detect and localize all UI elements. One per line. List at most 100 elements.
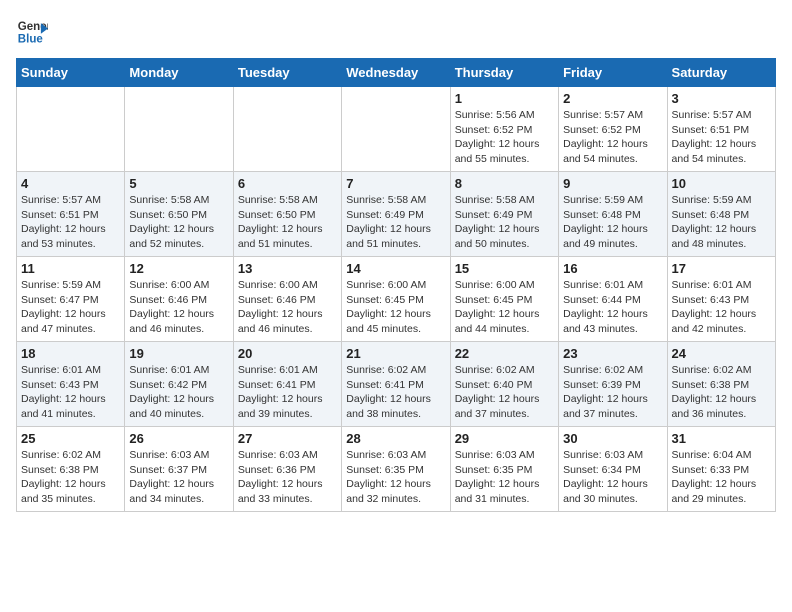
day-info: Sunrise: 6:00 AM Sunset: 6:46 PM Dayligh…: [129, 278, 228, 337]
day-info: Sunrise: 6:04 AM Sunset: 6:33 PM Dayligh…: [672, 448, 771, 507]
calendar-cell: 25 Sunrise: 6:02 AM Sunset: 6:38 PM Dayli…: [17, 427, 125, 512]
day-info: Sunrise: 6:01 AM Sunset: 6:44 PM Dayligh…: [563, 278, 662, 337]
calendar-cell: 14Sunrise: 6:00 AM Sunset: 6:45 PM Dayli…: [342, 257, 450, 342]
day-number: 6: [238, 176, 337, 191]
day-number: 29: [455, 431, 554, 446]
day-number: 2: [563, 91, 662, 106]
calendar-cell: 30 Sunrise: 6:03 AM Sunset: 6:34 PM Dayli…: [559, 427, 667, 512]
calendar-cell: 26 Sunrise: 6:03 AM Sunset: 6:37 PM Dayli…: [125, 427, 233, 512]
calendar-cell: 3 Sunrise: 5:57 AM Sunset: 6:51 PM Daylig…: [667, 87, 775, 172]
calendar-cell: [342, 87, 450, 172]
page-header: General Blue: [16, 16, 776, 48]
day-number: 13: [238, 261, 337, 276]
calendar-cell: [17, 87, 125, 172]
day-info: Sunrise: 6:02 AM Sunset: 6:41 PM Dayligh…: [346, 363, 445, 422]
week-row-1: 1Sunrise: 5:56 AM Sunset: 6:52 PM Daylig…: [17, 87, 776, 172]
day-number: 30: [563, 431, 662, 446]
weekday-monday: Monday: [125, 59, 233, 87]
day-number: 31: [672, 431, 771, 446]
day-info: Sunrise: 6:01 AM Sunset: 6:43 PM Dayligh…: [672, 278, 771, 337]
calendar-cell: 27 Sunrise: 6:03 AM Sunset: 6:36 PM Dayli…: [233, 427, 341, 512]
day-number: 23: [563, 346, 662, 361]
weekday-wednesday: Wednesday: [342, 59, 450, 87]
day-number: 17: [672, 261, 771, 276]
weekday-sunday: Sunday: [17, 59, 125, 87]
day-number: 28: [346, 431, 445, 446]
day-info: Sunrise: 5:59 AM Sunset: 6:48 PM Dayligh…: [672, 193, 771, 252]
day-number: 9: [563, 176, 662, 191]
day-number: 20: [238, 346, 337, 361]
day-number: 1: [455, 91, 554, 106]
day-info: Sunrise: 6:02 AM Sunset: 6:38 PM Dayligh…: [21, 448, 120, 507]
day-number: 8: [455, 176, 554, 191]
day-info: Sunrise: 6:02 AM Sunset: 6:39 PM Dayligh…: [563, 363, 662, 422]
day-info: Sunrise: 6:02 AM Sunset: 6:38 PM Dayligh…: [672, 363, 771, 422]
day-number: 19: [129, 346, 228, 361]
day-number: 10: [672, 176, 771, 191]
calendar-cell: 23 Sunrise: 6:02 AM Sunset: 6:39 PM Dayli…: [559, 342, 667, 427]
day-info: Sunrise: 6:01 AM Sunset: 6:41 PM Dayligh…: [238, 363, 337, 422]
calendar-cell: 1Sunrise: 5:56 AM Sunset: 6:52 PM Daylig…: [450, 87, 558, 172]
calendar-body: 1Sunrise: 5:56 AM Sunset: 6:52 PM Daylig…: [17, 87, 776, 512]
day-info: Sunrise: 6:03 AM Sunset: 6:35 PM Dayligh…: [346, 448, 445, 507]
day-info: Sunrise: 6:00 AM Sunset: 6:46 PM Dayligh…: [238, 278, 337, 337]
day-number: 25: [21, 431, 120, 446]
week-row-5: 25 Sunrise: 6:02 AM Sunset: 6:38 PM Dayli…: [17, 427, 776, 512]
calendar-cell: 12 Sunrise: 6:00 AM Sunset: 6:46 PM Dayli…: [125, 257, 233, 342]
calendar-table: SundayMondayTuesdayWednesdayThursdayFrid…: [16, 58, 776, 512]
day-info: Sunrise: 5:58 AM Sunset: 6:50 PM Dayligh…: [129, 193, 228, 252]
day-number: 21: [346, 346, 445, 361]
day-info: Sunrise: 6:03 AM Sunset: 6:35 PM Dayligh…: [455, 448, 554, 507]
calendar-cell: 7 Sunrise: 5:58 AM Sunset: 6:49 PM Daylig…: [342, 172, 450, 257]
calendar-cell: 9 Sunrise: 5:59 AM Sunset: 6:48 PM Daylig…: [559, 172, 667, 257]
day-info: Sunrise: 6:03 AM Sunset: 6:37 PM Dayligh…: [129, 448, 228, 507]
day-number: 3: [672, 91, 771, 106]
weekday-tuesday: Tuesday: [233, 59, 341, 87]
day-info: Sunrise: 6:01 AM Sunset: 6:42 PM Dayligh…: [129, 363, 228, 422]
day-number: 27: [238, 431, 337, 446]
calendar-cell: 15Sunrise: 6:00 AM Sunset: 6:45 PM Dayli…: [450, 257, 558, 342]
calendar-cell: 6Sunrise: 5:58 AM Sunset: 6:50 PM Daylig…: [233, 172, 341, 257]
calendar-cell: 19 Sunrise: 6:01 AM Sunset: 6:42 PM Dayli…: [125, 342, 233, 427]
day-number: 16: [563, 261, 662, 276]
calendar-cell: 24Sunrise: 6:02 AM Sunset: 6:38 PM Dayli…: [667, 342, 775, 427]
calendar-cell: 10 Sunrise: 5:59 AM Sunset: 6:48 PM Dayli…: [667, 172, 775, 257]
day-info: Sunrise: 5:57 AM Sunset: 6:51 PM Dayligh…: [21, 193, 120, 252]
calendar-cell: 31 Sunrise: 6:04 AM Sunset: 6:33 PM Dayli…: [667, 427, 775, 512]
day-number: 11: [21, 261, 120, 276]
calendar-cell: 13 Sunrise: 6:00 AM Sunset: 6:46 PM Dayli…: [233, 257, 341, 342]
day-info: Sunrise: 6:02 AM Sunset: 6:40 PM Dayligh…: [455, 363, 554, 422]
weekday-header-row: SundayMondayTuesdayWednesdayThursdayFrid…: [17, 59, 776, 87]
calendar-cell: 20 Sunrise: 6:01 AM Sunset: 6:41 PM Dayli…: [233, 342, 341, 427]
calendar-cell: 17 Sunrise: 6:01 AM Sunset: 6:43 PM Dayli…: [667, 257, 775, 342]
day-info: Sunrise: 5:57 AM Sunset: 6:51 PM Dayligh…: [672, 108, 771, 167]
weekday-saturday: Saturday: [667, 59, 775, 87]
calendar-cell: 11Sunrise: 5:59 AM Sunset: 6:47 PM Dayli…: [17, 257, 125, 342]
calendar-cell: 16 Sunrise: 6:01 AM Sunset: 6:44 PM Dayli…: [559, 257, 667, 342]
day-number: 26: [129, 431, 228, 446]
day-info: Sunrise: 6:00 AM Sunset: 6:45 PM Dayligh…: [346, 278, 445, 337]
svg-text:Blue: Blue: [18, 34, 44, 46]
calendar-cell: 5Sunrise: 5:58 AM Sunset: 6:50 PM Daylig…: [125, 172, 233, 257]
day-number: 7: [346, 176, 445, 191]
calendar-cell: 21 Sunrise: 6:02 AM Sunset: 6:41 PM Dayli…: [342, 342, 450, 427]
day-info: Sunrise: 5:58 AM Sunset: 6:49 PM Dayligh…: [455, 193, 554, 252]
day-info: Sunrise: 5:59 AM Sunset: 6:48 PM Dayligh…: [563, 193, 662, 252]
day-number: 12: [129, 261, 228, 276]
day-info: Sunrise: 5:58 AM Sunset: 6:49 PM Dayligh…: [346, 193, 445, 252]
day-number: 15: [455, 261, 554, 276]
day-info: Sunrise: 6:03 AM Sunset: 6:36 PM Dayligh…: [238, 448, 337, 507]
day-info: Sunrise: 6:03 AM Sunset: 6:34 PM Dayligh…: [563, 448, 662, 507]
logo-icon: General Blue: [16, 16, 48, 48]
calendar-cell: 2Sunrise: 5:57 AM Sunset: 6:52 PM Daylig…: [559, 87, 667, 172]
calendar-cell: 29 Sunrise: 6:03 AM Sunset: 6:35 PM Dayli…: [450, 427, 558, 512]
weekday-thursday: Thursday: [450, 59, 558, 87]
calendar-cell: 8 Sunrise: 5:58 AM Sunset: 6:49 PM Daylig…: [450, 172, 558, 257]
logo: General Blue: [16, 16, 48, 48]
calendar-cell: 28 Sunrise: 6:03 AM Sunset: 6:35 PM Dayli…: [342, 427, 450, 512]
calendar-cell: 18Sunrise: 6:01 AM Sunset: 6:43 PM Dayli…: [17, 342, 125, 427]
calendar-cell: 4Sunrise: 5:57 AM Sunset: 6:51 PM Daylig…: [17, 172, 125, 257]
day-number: 22: [455, 346, 554, 361]
week-row-2: 4Sunrise: 5:57 AM Sunset: 6:51 PM Daylig…: [17, 172, 776, 257]
calendar-cell: [125, 87, 233, 172]
